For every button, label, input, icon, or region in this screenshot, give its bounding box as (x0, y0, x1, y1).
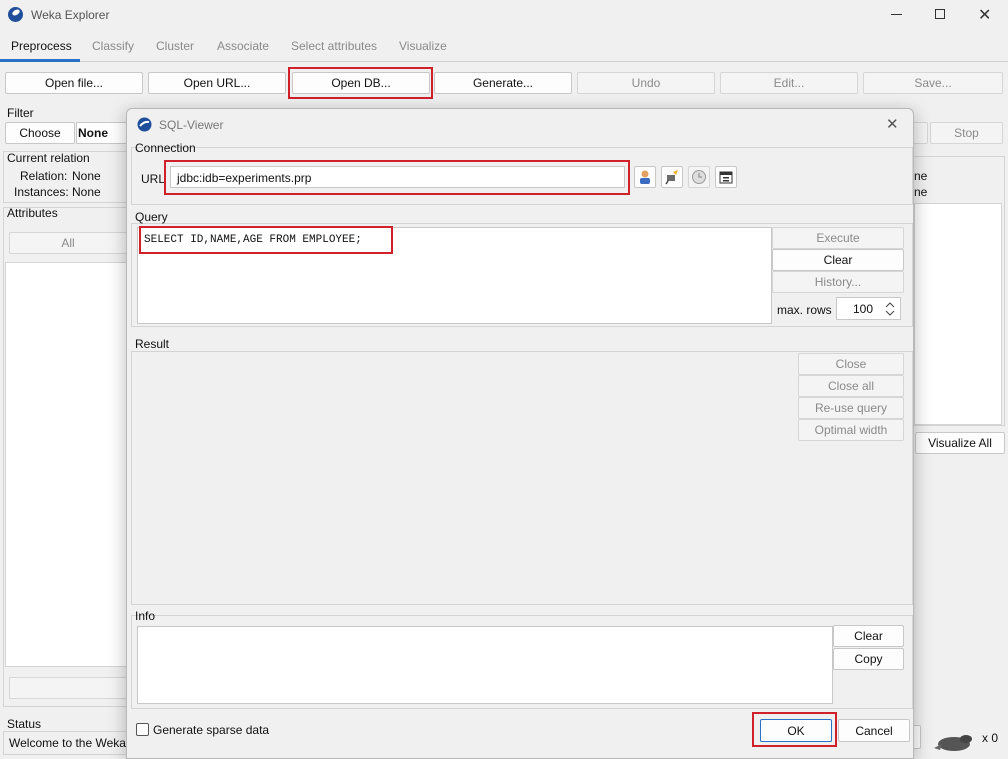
spinner-arrows-icon[interactable] (882, 300, 898, 318)
url-input[interactable]: jdbc:idb=experiments.prp (170, 166, 625, 188)
status-x-count: x 0 (982, 731, 999, 745)
result-panel (131, 351, 913, 605)
user-icon-button[interactable] (634, 166, 656, 188)
open-url-button[interactable]: Open URL... (148, 72, 286, 94)
open-file-button[interactable]: Open file... (5, 72, 143, 94)
attributes-list[interactable] (5, 262, 132, 667)
dialog-title: SQL-Viewer (159, 118, 224, 132)
tab-select-attributes[interactable]: Select attributes (291, 39, 377, 53)
sql-viewer-dialog: SQL-Viewer ✕ Connection URL jdbc:idb=exp… (126, 108, 914, 759)
connection-title: Connection (135, 141, 196, 155)
open-db-button[interactable]: Open DB... (292, 72, 430, 94)
info-textarea[interactable] (137, 626, 833, 704)
instances-label: Instances: (14, 185, 69, 199)
current-relation-title: Current relation (7, 151, 90, 165)
status-bar: Welcome to the Weka (3, 731, 127, 755)
query-clear-button[interactable]: Clear (772, 249, 904, 271)
history-icon-button[interactable] (688, 166, 710, 188)
user-icon (640, 170, 650, 184)
filter-label: Filter (7, 106, 34, 120)
attributes-all-button[interactable]: All (9, 232, 127, 254)
tab-classify[interactable]: Classify (92, 39, 134, 53)
status-title: Status (7, 717, 42, 731)
tab-bar: Preprocess Classify Cluster Associate Se… (0, 30, 1008, 62)
query-title: Query (135, 210, 168, 224)
relation-value: None (72, 169, 101, 183)
url-label: URL (141, 172, 166, 186)
filter-value: None (78, 126, 108, 140)
minimize-icon[interactable] (891, 14, 902, 15)
query-textarea[interactable]: SELECT ID,NAME,AGE FROM EMPLOYEE; (137, 227, 772, 324)
dialog-weka-logo-icon (137, 117, 152, 132)
tab-associate[interactable]: Associate (217, 39, 269, 53)
maximize-icon[interactable] (935, 9, 945, 19)
undo-button[interactable]: Undo (577, 72, 715, 94)
result-close-button[interactable]: Close (798, 353, 904, 375)
window-title: Weka Explorer (31, 8, 110, 22)
selected-attribute-missing-partial: ne (914, 185, 928, 199)
visualize-all-button[interactable]: Visualize All (915, 432, 1005, 454)
cancel-button[interactable]: Cancel (838, 719, 910, 742)
execute-button[interactable]: Execute (772, 227, 904, 249)
info-title: Info (135, 609, 156, 623)
attributes-title: Attributes (7, 206, 58, 220)
clock-icon (692, 170, 706, 184)
edit-button[interactable]: Edit... (720, 72, 858, 94)
title-bar: Weka Explorer ✕ (0, 0, 1008, 30)
weka-bird-icon (934, 735, 972, 751)
dialog-close-icon[interactable]: ✕ (886, 115, 899, 133)
generate-sparse-checkbox[interactable] (136, 723, 149, 736)
info-copy-button[interactable]: Copy (833, 648, 904, 670)
result-close-all-button[interactable]: Close all (798, 375, 904, 397)
tab-cluster[interactable]: Cluster (156, 39, 194, 53)
status-text: Welcome to the Weka (9, 736, 126, 750)
optimal-width-button[interactable]: Optimal width (798, 419, 904, 441)
attributes-remove-button[interactable] (9, 677, 127, 699)
max-rows-label: max. rows (777, 303, 832, 317)
selected-attribute-box (914, 203, 1002, 425)
tab-preprocess[interactable]: Preprocess (11, 39, 72, 53)
tab-visualize[interactable]: Visualize (399, 39, 447, 53)
filter-stop-button[interactable]: Stop (930, 122, 1003, 144)
generate-sparse-label: Generate sparse data (153, 723, 270, 737)
query-text: SELECT ID,NAME,AGE FROM EMPLOYEE; (144, 234, 362, 246)
history-button[interactable]: History... (772, 271, 904, 293)
connect-icon-button[interactable] (661, 166, 683, 188)
instances-value: None (72, 185, 101, 199)
setup-icon-button[interactable] (715, 166, 737, 188)
ok-button[interactable]: OK (760, 719, 832, 742)
database-setup-icon (719, 171, 733, 184)
filter-apply-button[interactable] (912, 122, 928, 144)
filter-value-field[interactable]: None (76, 122, 131, 144)
close-icon[interactable]: ✕ (978, 5, 991, 25)
max-rows-value: 100 (853, 302, 874, 316)
save-button[interactable]: Save... (863, 72, 1003, 94)
filter-choose-button[interactable]: Choose (5, 122, 75, 144)
result-title: Result (135, 337, 170, 351)
reuse-query-button[interactable]: Re-use query (798, 397, 904, 419)
generate-button[interactable]: Generate... (434, 72, 572, 94)
plug-icon (665, 170, 678, 185)
tab-preprocess-underline (0, 59, 80, 62)
relation-label: Relation: (20, 169, 68, 183)
selected-attribute-name-partial: ne (914, 169, 928, 183)
max-rows-spinner[interactable]: 100 (836, 297, 901, 320)
info-clear-button[interactable]: Clear (833, 625, 904, 647)
url-value: jdbc:idb=experiments.prp (177, 171, 312, 185)
